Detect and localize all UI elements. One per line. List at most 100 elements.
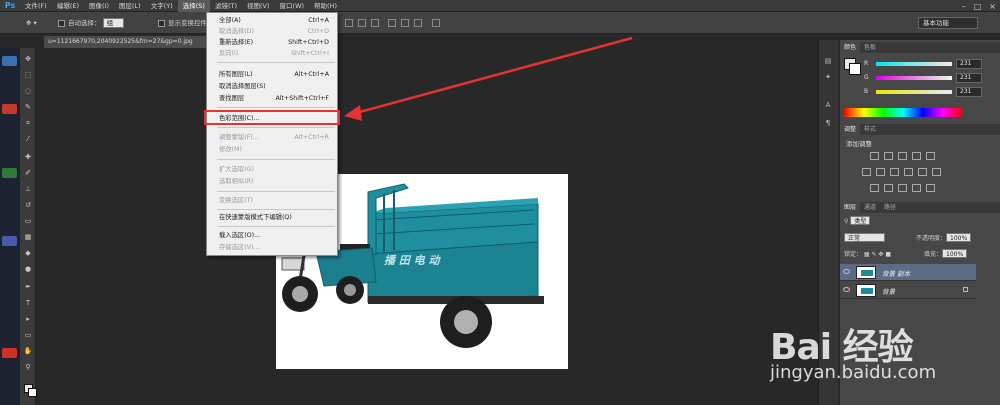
show-transform-checkbox[interactable] [158,19,165,27]
menu-item-transform-selection[interactable]: 变换选区(T) [207,195,337,206]
menu-file[interactable]: 文件(F) [20,0,52,12]
history-brush-icon[interactable]: ↺ [23,200,33,210]
zoom-tool-icon[interactable]: ⚲ [23,362,33,372]
document-tab[interactable]: u=1121667970,2040922525&fm=27&gp=0.jpg [44,36,214,48]
tab-swatches[interactable]: 色板 [860,42,880,53]
move-tool-icon[interactable]: ✥ [23,54,33,64]
tab-adjustments[interactable]: 调整 [840,124,861,135]
menu-item-load-selection[interactable]: 载入选区(O)... [207,230,337,241]
tab-color[interactable]: 颜色 [840,42,861,53]
align-icon[interactable] [345,19,353,27]
menu-item-all-layers[interactable]: 所有图层(L) Alt+Ctrl+A [207,69,337,80]
brightness-icon[interactable] [870,152,879,160]
close-icon[interactable]: × [989,2,996,11]
menu-item-deselect-layers[interactable]: 取消选择图层(S) [207,81,337,92]
slider-b-value[interactable]: 231 [956,87,982,97]
slider-g-track[interactable] [876,76,952,80]
eyedropper-tool-icon[interactable]: ⁄ [23,134,33,144]
menu-select[interactable]: 选择(S) [177,0,210,12]
tab-layers[interactable]: 图层 [840,202,861,213]
menu-item-modify[interactable]: 修改(M) [207,144,337,155]
fill-control[interactable]: 填充： 100% [924,249,968,258]
align-icon[interactable] [371,19,379,27]
menu-edit[interactable]: 编辑(E) [52,0,84,12]
lasso-tool-icon[interactable]: ◌ [23,86,33,96]
pen-tool-icon[interactable]: ✒ [23,282,33,292]
fill-value[interactable]: 100% [942,249,968,258]
slider-r-track[interactable] [876,62,952,66]
color-balance-icon[interactable] [876,168,885,176]
distribute-icon[interactable] [414,19,422,27]
maximize-icon[interactable]: □ [974,2,982,11]
history-icon[interactable]: ▤ [823,56,833,66]
eraser-tool-icon[interactable]: ▭ [23,216,33,226]
photo-filter-icon[interactable] [904,168,913,176]
hand-tool-icon[interactable]: ✋ [23,346,33,356]
slider-r-value[interactable]: 231 [956,59,982,69]
curves-icon[interactable] [898,152,907,160]
healing-tool-icon[interactable]: ✚ [23,152,33,162]
menu-layer[interactable]: 图层(L) [114,0,146,12]
gradient-map-icon[interactable] [912,184,921,192]
auto-select-checkbox[interactable] [58,19,65,27]
color-spectrum-bar[interactable] [844,108,962,117]
minimize-icon[interactable]: – [962,2,966,11]
visibility-eye-icon[interactable] [843,269,850,274]
brush-tool-icon[interactable]: ✐ [23,168,33,178]
move-tool-icon[interactable]: ✥ ▾ [26,17,37,29]
visibility-eye-icon[interactable] [843,287,850,292]
selective-color-icon[interactable] [926,184,935,192]
menu-item-refine-mask[interactable]: 调整蒙版(F)... Alt+Ctrl+R [207,132,337,143]
workspace-switcher[interactable]: 基本功能 [918,17,978,29]
menu-item-save-selection[interactable]: 存储选区(V)... [207,242,337,253]
align-icon[interactable] [358,19,366,27]
distribute-icon[interactable] [401,19,409,27]
invert-icon[interactable] [870,184,879,192]
menu-item-quick-mask[interactable]: 在快速蒙版模式下编辑(Q) [207,212,337,223]
layer-row[interactable]: 背景 副本 [840,264,976,281]
menu-type[interactable]: 文字(Y) [146,0,178,12]
menu-item-deselect[interactable]: 取消选择(D) Ctrl+D [207,26,337,37]
blur-tool-icon[interactable]: ◆ [23,248,33,258]
character-icon[interactable]: A [823,100,833,110]
layer-name[interactable]: 背景 副本 [882,268,910,278]
blend-mode[interactable]: 正常 [844,233,886,242]
menu-help[interactable]: 帮助(H) [309,0,342,12]
menu-item-grow[interactable]: 扩大选取(G) [207,164,337,175]
threshold-icon[interactable] [898,184,907,192]
paragraph-icon[interactable]: ¶ [823,118,833,128]
auto-select-option[interactable]: 自动选择： 组 [58,17,125,29]
menu-item-all[interactable]: 全部(A) Ctrl+A [207,15,337,26]
menu-view[interactable]: 视图(V) [242,0,275,12]
background-color-swatch[interactable] [28,388,37,397]
layer-filter-kind[interactable]: 类型 [850,216,871,225]
quick-select-tool-icon[interactable]: ✎ [23,102,33,112]
slider-g-value[interactable]: 231 [956,73,982,83]
show-transform-option[interactable]: 显示变换控件 [158,17,207,29]
exposure-icon[interactable] [912,152,921,160]
auto-align-icon[interactable] [432,19,440,27]
shape-tool-icon[interactable]: ▭ [23,330,33,340]
marquee-tool-icon[interactable]: ⬚ [23,70,33,80]
menu-item-reselect[interactable]: 重新选择(E) Shift+Ctrl+D [207,37,337,48]
levels-icon[interactable] [884,152,893,160]
hue-sat-icon[interactable] [862,168,871,176]
posterize-icon[interactable] [884,184,893,192]
brush-preset-icon[interactable]: ✦ [823,72,833,82]
layer-row[interactable]: 背景 [840,282,976,299]
tab-styles[interactable]: 样式 [860,124,880,135]
path-select-tool-icon[interactable]: ▸ [23,314,33,324]
color-lookup-icon[interactable] [932,168,941,176]
black-white-icon[interactable] [890,168,899,176]
menu-item-inverse[interactable]: 反向(I) Shift+Ctrl+I [207,48,337,59]
opacity-control[interactable]: 不透明度： 100% [916,233,972,242]
slider-b-track[interactable] [876,90,952,94]
stamp-tool-icon[interactable]: ⊥ [23,184,33,194]
crop-tool-icon[interactable]: ⌗ [23,118,33,128]
distribute-icon[interactable] [388,19,396,27]
gradient-tool-icon[interactable]: ▦ [23,232,33,242]
layer-name[interactable]: 背景 [882,286,895,296]
vibrance-icon[interactable] [926,152,935,160]
menu-filter[interactable]: 滤镜(T) [210,0,242,12]
menu-window[interactable]: 窗口(W) [275,0,310,12]
